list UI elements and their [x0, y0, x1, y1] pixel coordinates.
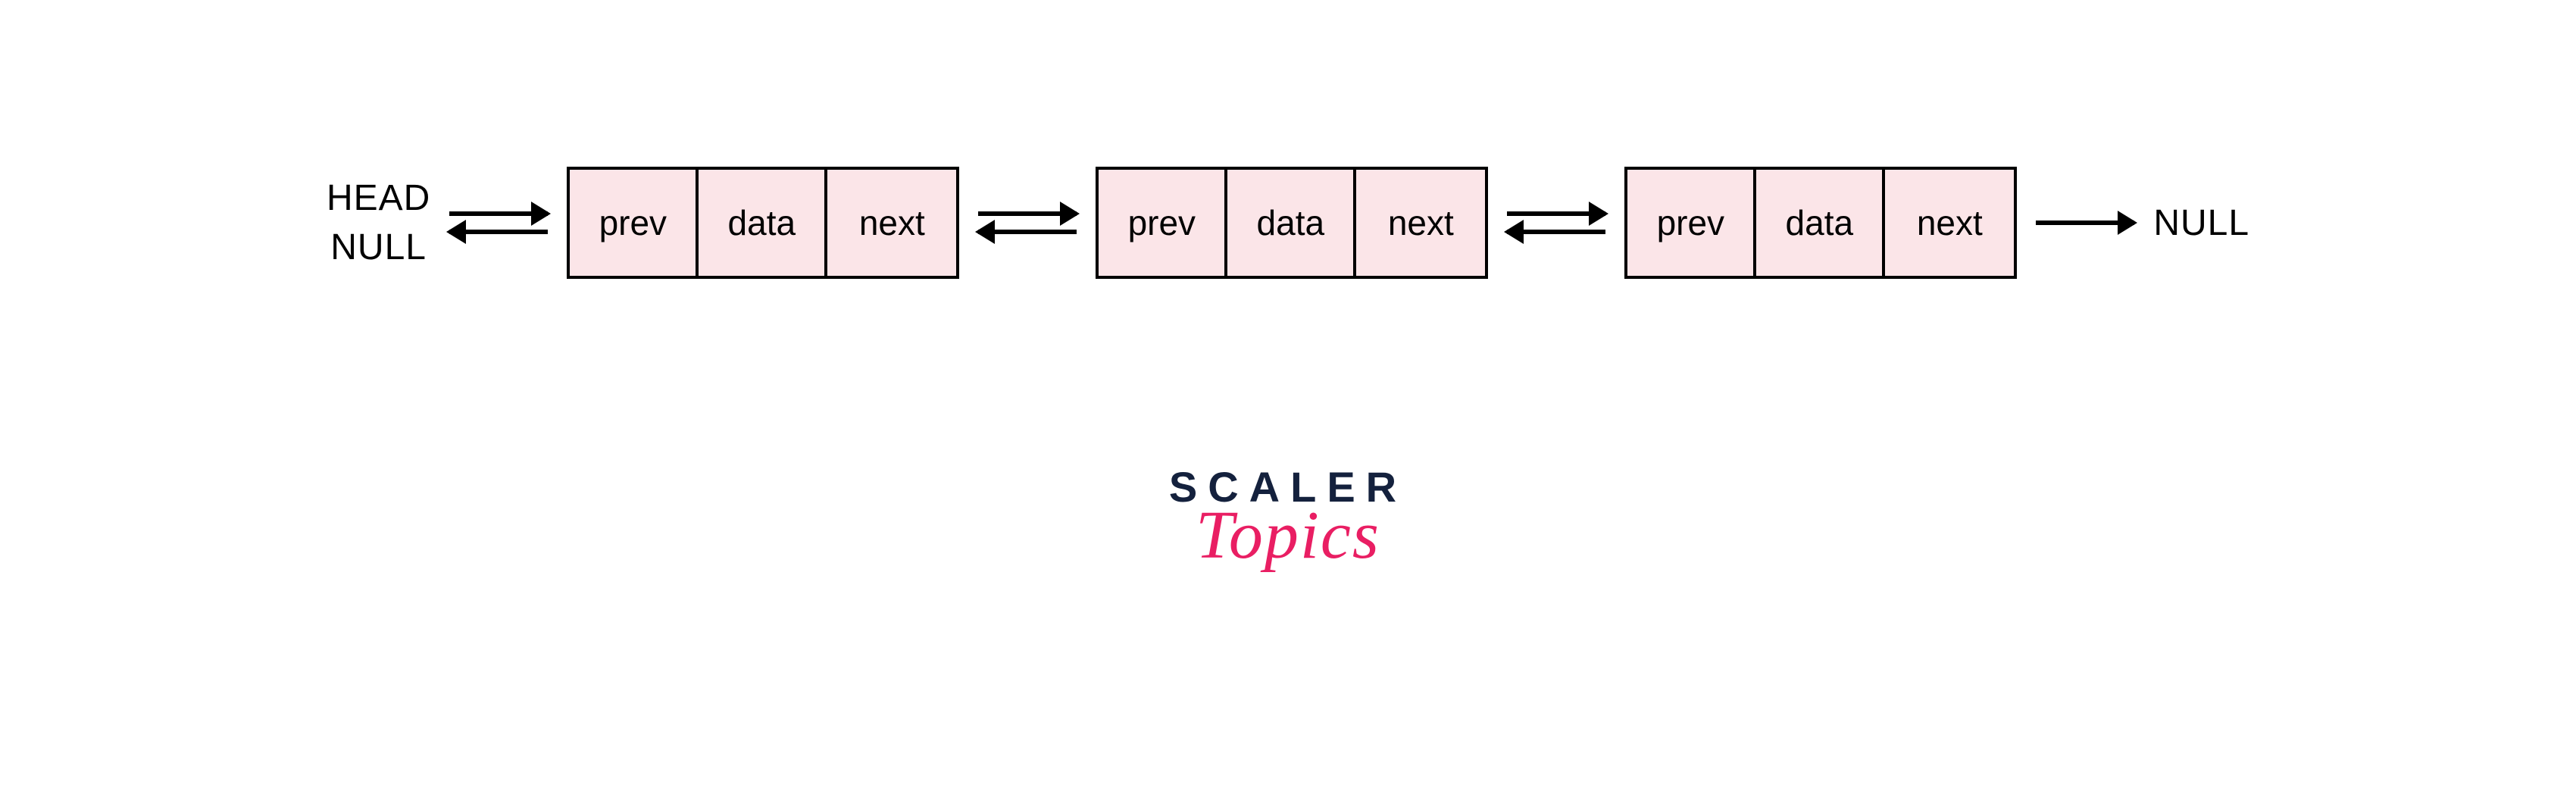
arrow-right-icon: [978, 211, 1077, 216]
node-2: prev data next: [1096, 167, 1488, 279]
node-1-data: data: [699, 170, 827, 276]
node-2-data: data: [1227, 170, 1356, 276]
arrow-head-to-node1: [430, 211, 567, 234]
arrow-right-icon: [2036, 220, 2134, 225]
head-label: HEAD: [327, 177, 430, 219]
null-right-label: NULL: [2153, 202, 2249, 244]
node-3: prev data next: [1624, 167, 2017, 279]
node-1: prev data next: [567, 167, 959, 279]
arrow-node3-to-null: [2017, 220, 2153, 225]
doubly-linked-list-diagram: HEAD NULL prev data next prev data next …: [0, 167, 2576, 279]
node-3-next: next: [1885, 170, 2014, 276]
node-2-prev: prev: [1099, 170, 1227, 276]
logo-topics-text: Topics: [1169, 496, 1407, 574]
head-null-labels: HEAD NULL: [327, 177, 430, 268]
arrow-left-icon: [978, 230, 1077, 234]
node-3-prev: prev: [1627, 170, 1756, 276]
scaler-topics-logo: SCALER Topics: [1169, 462, 1407, 574]
node-1-next: next: [827, 170, 956, 276]
null-left-label: NULL: [330, 227, 427, 268]
arrow-node2-to-node3: [1488, 211, 1624, 234]
node-3-data: data: [1756, 170, 1885, 276]
arrow-right-icon: [1507, 211, 1605, 216]
arrow-node1-to-node2: [959, 211, 1096, 234]
node-2-next: next: [1356, 170, 1485, 276]
arrow-right-icon: [449, 211, 548, 216]
node-1-prev: prev: [570, 170, 699, 276]
diagram-row: HEAD NULL prev data next prev data next …: [327, 167, 2249, 279]
arrow-left-icon: [449, 230, 548, 234]
arrow-left-icon: [1507, 230, 1605, 234]
